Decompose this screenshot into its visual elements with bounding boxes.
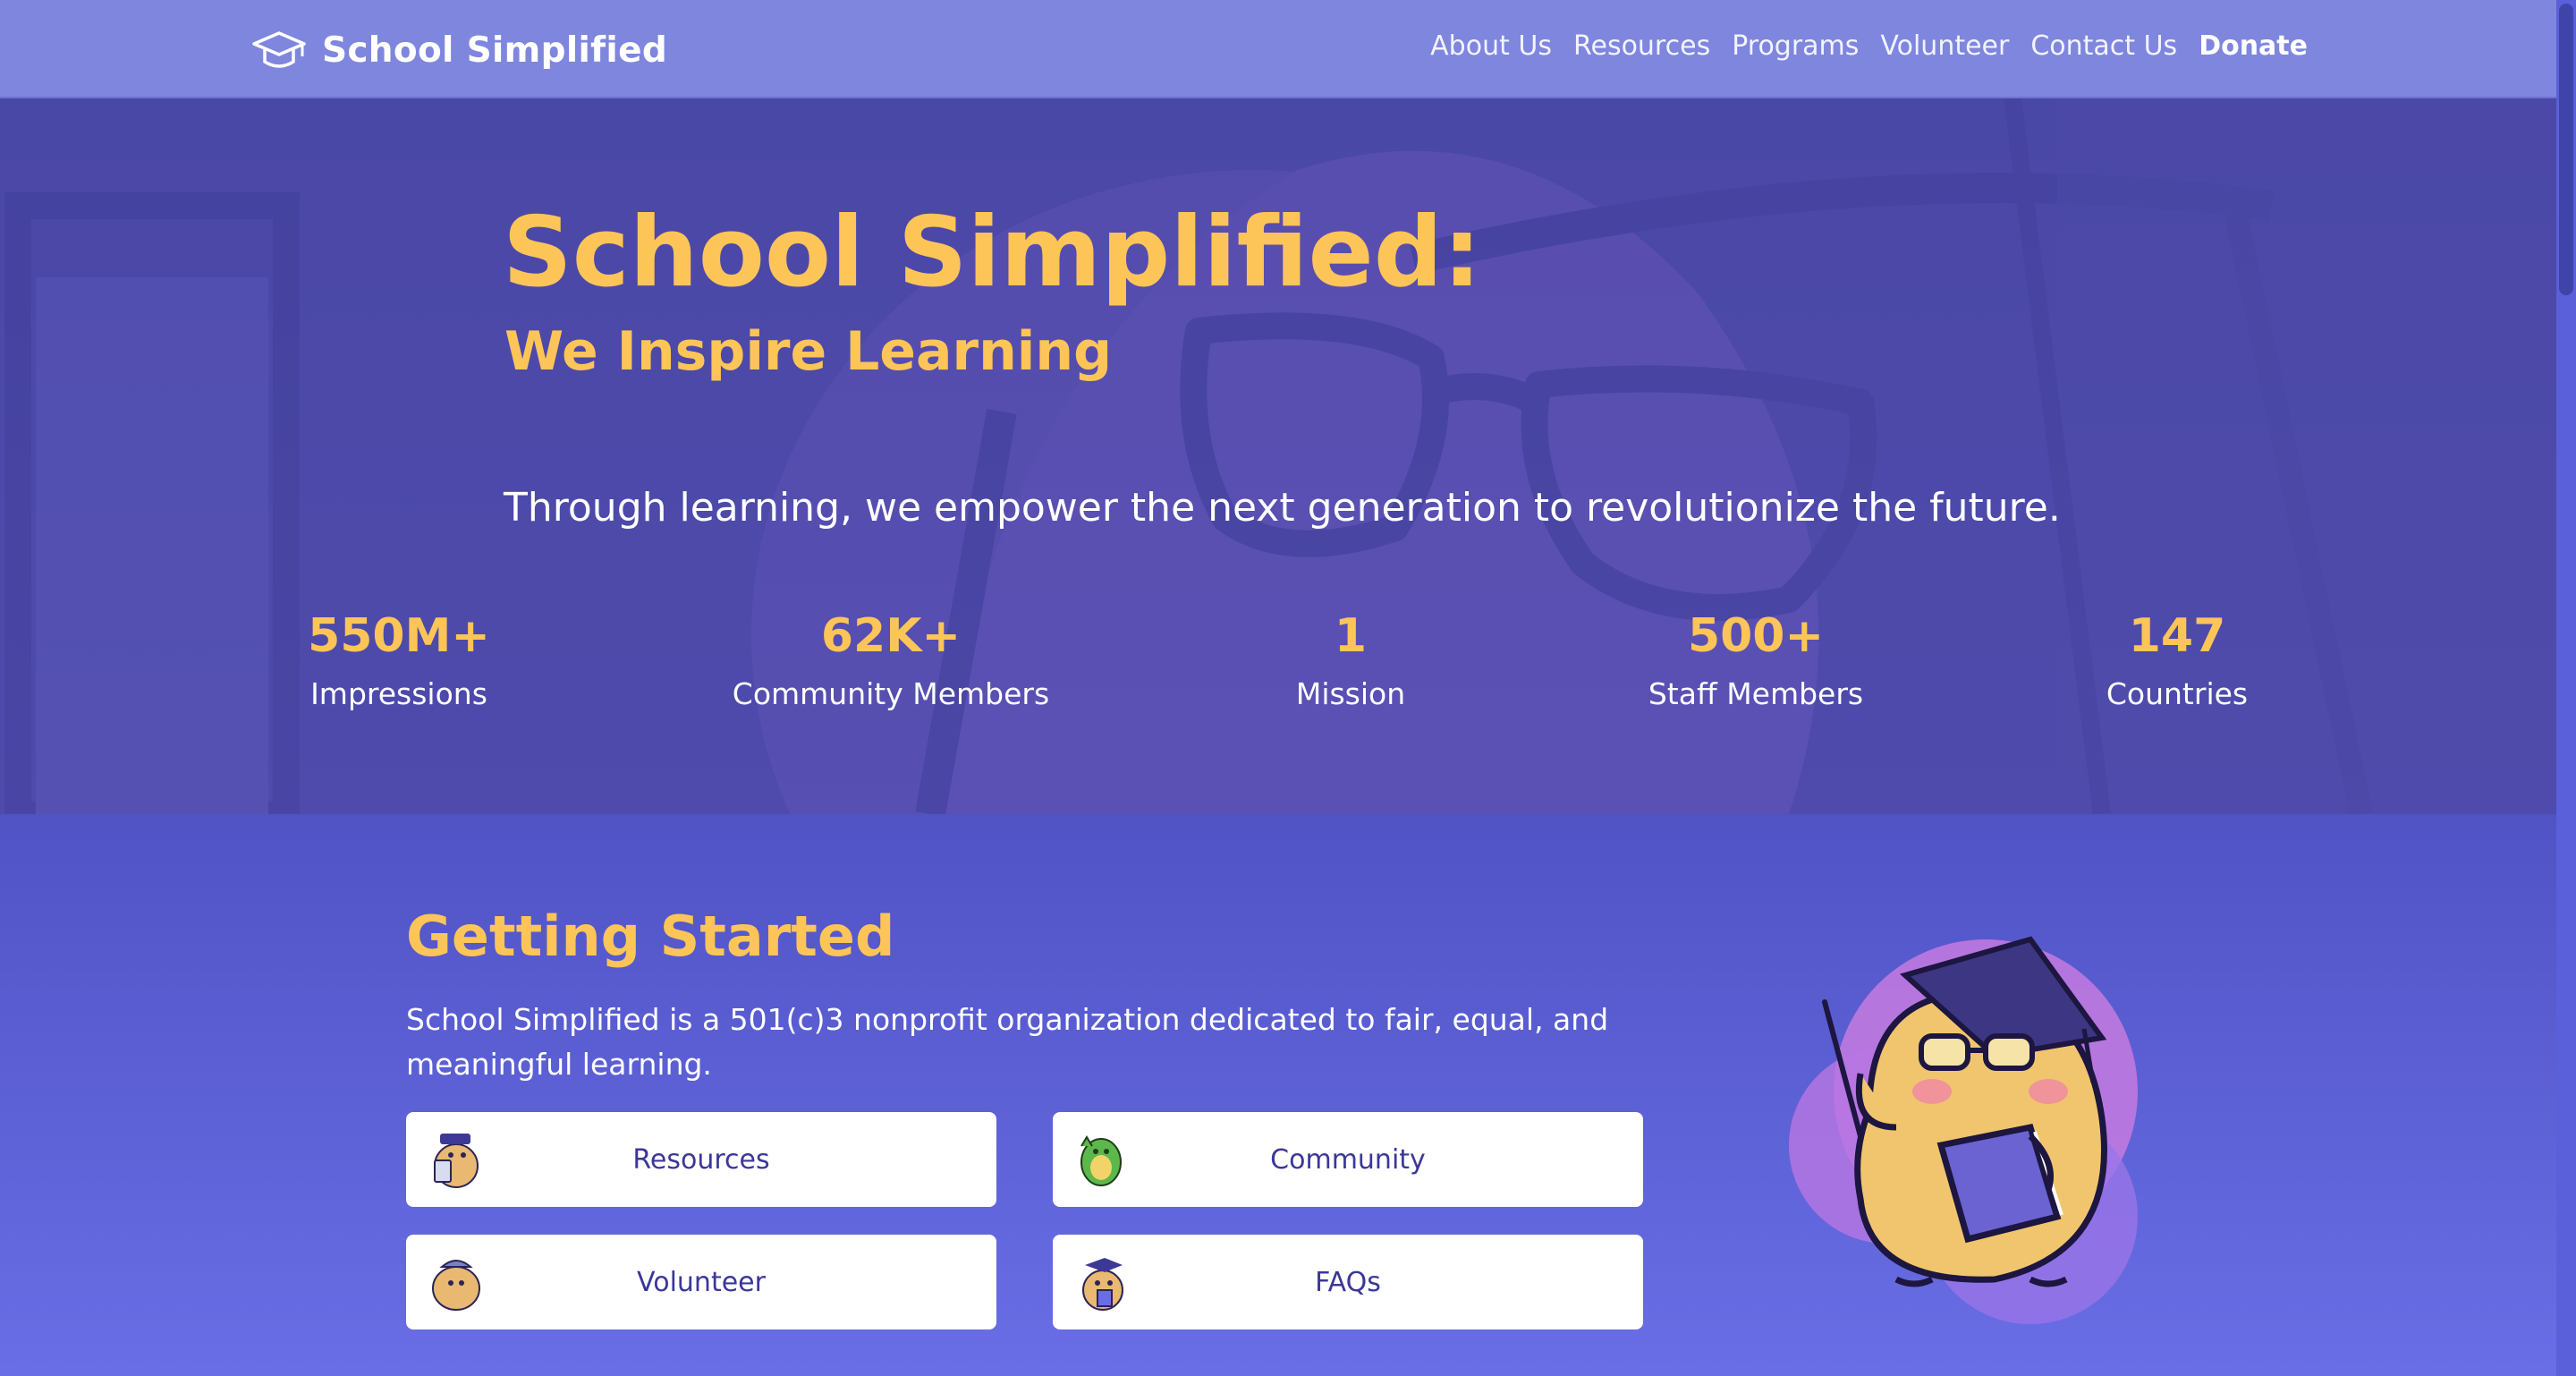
getting-started-section: Getting Started School Simplified is a 5… [0, 814, 2576, 1376]
nav-link-volunteer[interactable]: Volunteer [1880, 30, 2009, 62]
nav-link-contact-us[interactable]: Contact Us [2030, 30, 2177, 62]
green-mascot-icon [1080, 1135, 1122, 1186]
hat-mascot-icon [432, 1260, 480, 1311]
nav-link-about-us[interactable]: About Us [1430, 30, 1552, 62]
hero-section: School Simplified: We Inspire Learning T… [0, 98, 2576, 814]
stat-staff-members: 500+ Staff Members [1523, 608, 1988, 711]
stat-label: Community Members [732, 676, 1050, 712]
brand-name: School Simplified [322, 30, 668, 71]
stat-label: Countries [2106, 676, 2249, 712]
stat-countries: 147 Countries [1945, 608, 2410, 711]
volunteer-card-button[interactable]: Volunteer [406, 1235, 996, 1329]
nav-link-programs[interactable]: Programs [1732, 30, 1859, 62]
hero-tagline: Through learning, we empower the next ge… [504, 485, 2061, 531]
card-label: Resources [632, 1143, 770, 1176]
hero-subtitle: We Inspire Learning [504, 320, 1113, 383]
stat-value: 147 [2128, 609, 2226, 663]
stat-label: Mission [1295, 676, 1406, 712]
stat-value: 62K+ [820, 609, 962, 663]
nav-links: About Us Resources Programs Volunteer Co… [1409, 30, 2308, 62]
faqs-card-button[interactable]: FAQs [1053, 1235, 1643, 1329]
stat-mission: 1 Mission [1118, 608, 1583, 711]
card-label: Community [1270, 1143, 1426, 1176]
resources-card-button[interactable]: Resources [406, 1112, 996, 1207]
stat-value: 550M+ [308, 609, 490, 663]
nav-link-donate[interactable]: Donate [2199, 30, 2308, 62]
getting-started-description: School Simplified is a 501(c)3 nonprofit… [406, 1002, 1609, 1082]
stat-label: Staff Members [1648, 676, 1864, 712]
graduate-mascot-icon [1082, 1258, 1123, 1311]
getting-started-title: Getting Started [406, 904, 895, 969]
community-card-button[interactable]: Community [1053, 1112, 1643, 1207]
stat-impressions: 550M+ Impressions [166, 608, 631, 711]
nav-link-resources[interactable]: Resources [1573, 30, 1710, 62]
stat-value: 500+ [1687, 609, 1825, 663]
card-label: FAQs [1315, 1266, 1381, 1298]
scrollbar-thumb[interactable] [2559, 4, 2573, 295]
hero-title: School Simplified: [503, 197, 1482, 309]
stats-row: 550M+ Impressions 62K+ Community Members… [0, 608, 2576, 752]
teacher-mascot-illustration [1789, 936, 2138, 1324]
top-navbar: School Simplified About Us Resources Pro… [0, 0, 2576, 98]
stat-community-members: 62K+ Community Members [658, 608, 1123, 711]
page-scrollbar[interactable] [2556, 0, 2576, 1376]
reading-mascot-icon [434, 1134, 479, 1188]
card-label: Volunteer [637, 1266, 766, 1298]
stat-value: 1 [1334, 609, 1368, 663]
brand[interactable]: School Simplified [252, 25, 667, 75]
stat-label: Impressions [310, 676, 487, 712]
graduation-cap-icon [252, 31, 306, 68]
